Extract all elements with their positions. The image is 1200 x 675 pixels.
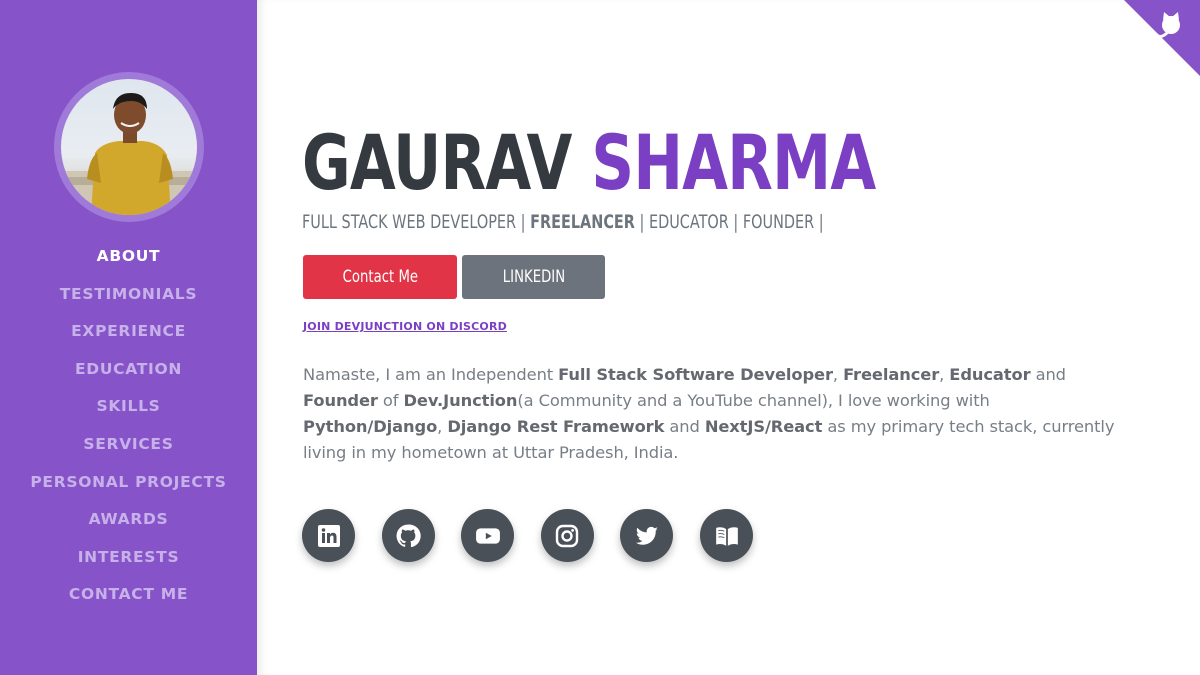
bio-highlight: Python/Django — [303, 417, 438, 436]
avatar-ring — [54, 72, 204, 222]
nav-item-experience[interactable]: EXPERIENCE — [0, 311, 257, 349]
linkedin-label: LINKEDIN — [502, 267, 565, 287]
github-corner-icon[interactable] — [1124, 0, 1200, 76]
bio-highlight: Founder — [303, 391, 378, 410]
nav-item-services[interactable]: SERVICES — [0, 424, 257, 462]
nav-item-testimonials[interactable]: TESTIMONIALS — [0, 274, 257, 312]
bio-paragraph: Namaste, I am an Independent Full Stack … — [303, 362, 1133, 466]
last-name: SHARMA — [591, 118, 876, 207]
contact-me-button[interactable]: Contact Me — [303, 255, 457, 299]
role-freelancer: FREELANCER — [530, 211, 635, 233]
bio-highlight: Django Rest Framework — [447, 417, 665, 436]
bio-text: of — [377, 391, 404, 410]
nav-item-skills[interactable]: SKILLS — [0, 386, 257, 424]
nav-item-contact-me[interactable]: CONTACT ME — [0, 574, 257, 612]
bio-highlight: Dev.Junction — [403, 391, 518, 410]
nav-item-personal-projects[interactable]: PERSONAL PROJECTS — [0, 462, 257, 500]
book-icon — [714, 523, 740, 549]
sidebar-nav: ABOUT TESTIMONIALS EXPERIENCE EDUCATION SKIL… — [0, 236, 257, 612]
bio-highlight: Freelancer — [843, 365, 940, 384]
bio-text: and — [1030, 365, 1066, 384]
role-text: FULL STACK WEB DEVELOPER | — [302, 211, 531, 233]
main-content — [257, 0, 1200, 675]
book-social-button[interactable] — [700, 509, 753, 562]
bio-text: and — [664, 417, 705, 436]
bio-text: (a Community and a YouTube channel), I l… — [517, 391, 990, 410]
github-icon — [395, 523, 421, 549]
youtube-social-button[interactable] — [461, 509, 515, 562]
sidebar: ABOUT TESTIMONIALS EXPERIENCE EDUCATION SKIL… — [0, 0, 257, 675]
avatar — [61, 79, 197, 215]
contact-me-label: Contact Me — [342, 267, 418, 287]
bio-highlight: Full Stack Software Developer — [558, 365, 833, 384]
linkedin-button[interactable]: LINKEDIN — [462, 255, 605, 299]
bio-highlight: Educator — [949, 365, 1031, 384]
github-social-button[interactable] — [381, 509, 435, 562]
nav-item-interests[interactable]: INTERESTS — [0, 537, 257, 575]
bio-text: , — [832, 365, 844, 384]
role-subheading: FULL STACK WEB DEVELOPER | FREELANCER | … — [302, 208, 824, 236]
role-text: | EDUCATOR | FOUNDER | — [634, 211, 824, 233]
nav-item-education[interactable]: EDUCATION — [0, 349, 257, 387]
linkedin-icon — [317, 524, 341, 548]
youtube-icon — [475, 523, 501, 549]
discord-link[interactable]: JOIN DEVJUNCTION ON DISCORD — [303, 320, 507, 333]
page-title: GAURAV SHARMA — [302, 118, 876, 208]
nav-item-about[interactable]: ABOUT — [0, 236, 257, 274]
bio-text: Namaste, I am an Independent — [303, 365, 559, 384]
first-name: GAURAV — [302, 118, 572, 207]
twitter-icon — [635, 524, 659, 548]
bio-text: , — [437, 417, 448, 436]
nav-item-awards[interactable]: AWARDS — [0, 499, 257, 537]
bio-highlight: NextJS/React — [704, 417, 823, 436]
linkedin-social-button[interactable] — [302, 509, 355, 562]
bio-text: , — [939, 365, 950, 384]
instagram-social-button[interactable] — [540, 509, 594, 562]
instagram-icon — [555, 524, 579, 548]
